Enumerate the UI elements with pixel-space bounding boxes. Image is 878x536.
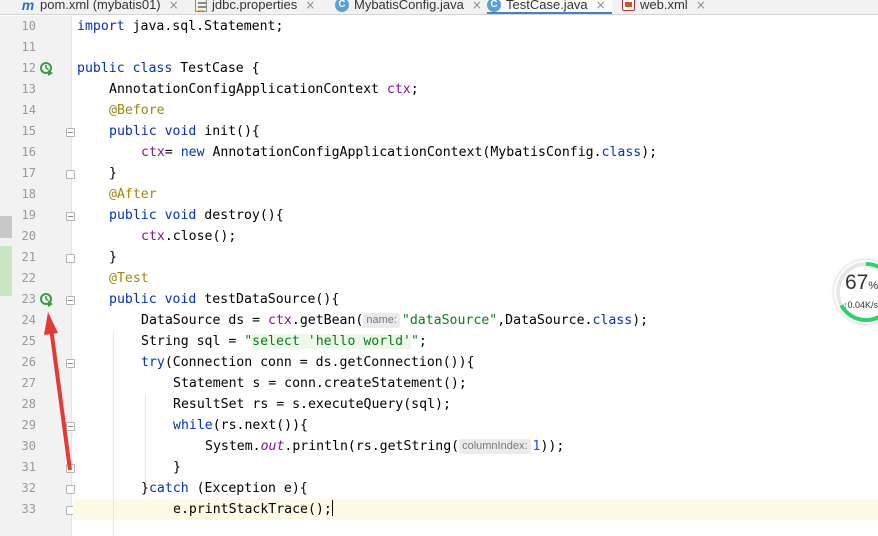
speed-rate: ↑0.04K/s xyxy=(843,300,878,310)
red-arrow-annotation xyxy=(44,312,72,471)
network-speed-widget[interactable]: 67% ↑0.04K/s xyxy=(834,260,878,324)
speed-percent: 67% xyxy=(845,271,878,294)
